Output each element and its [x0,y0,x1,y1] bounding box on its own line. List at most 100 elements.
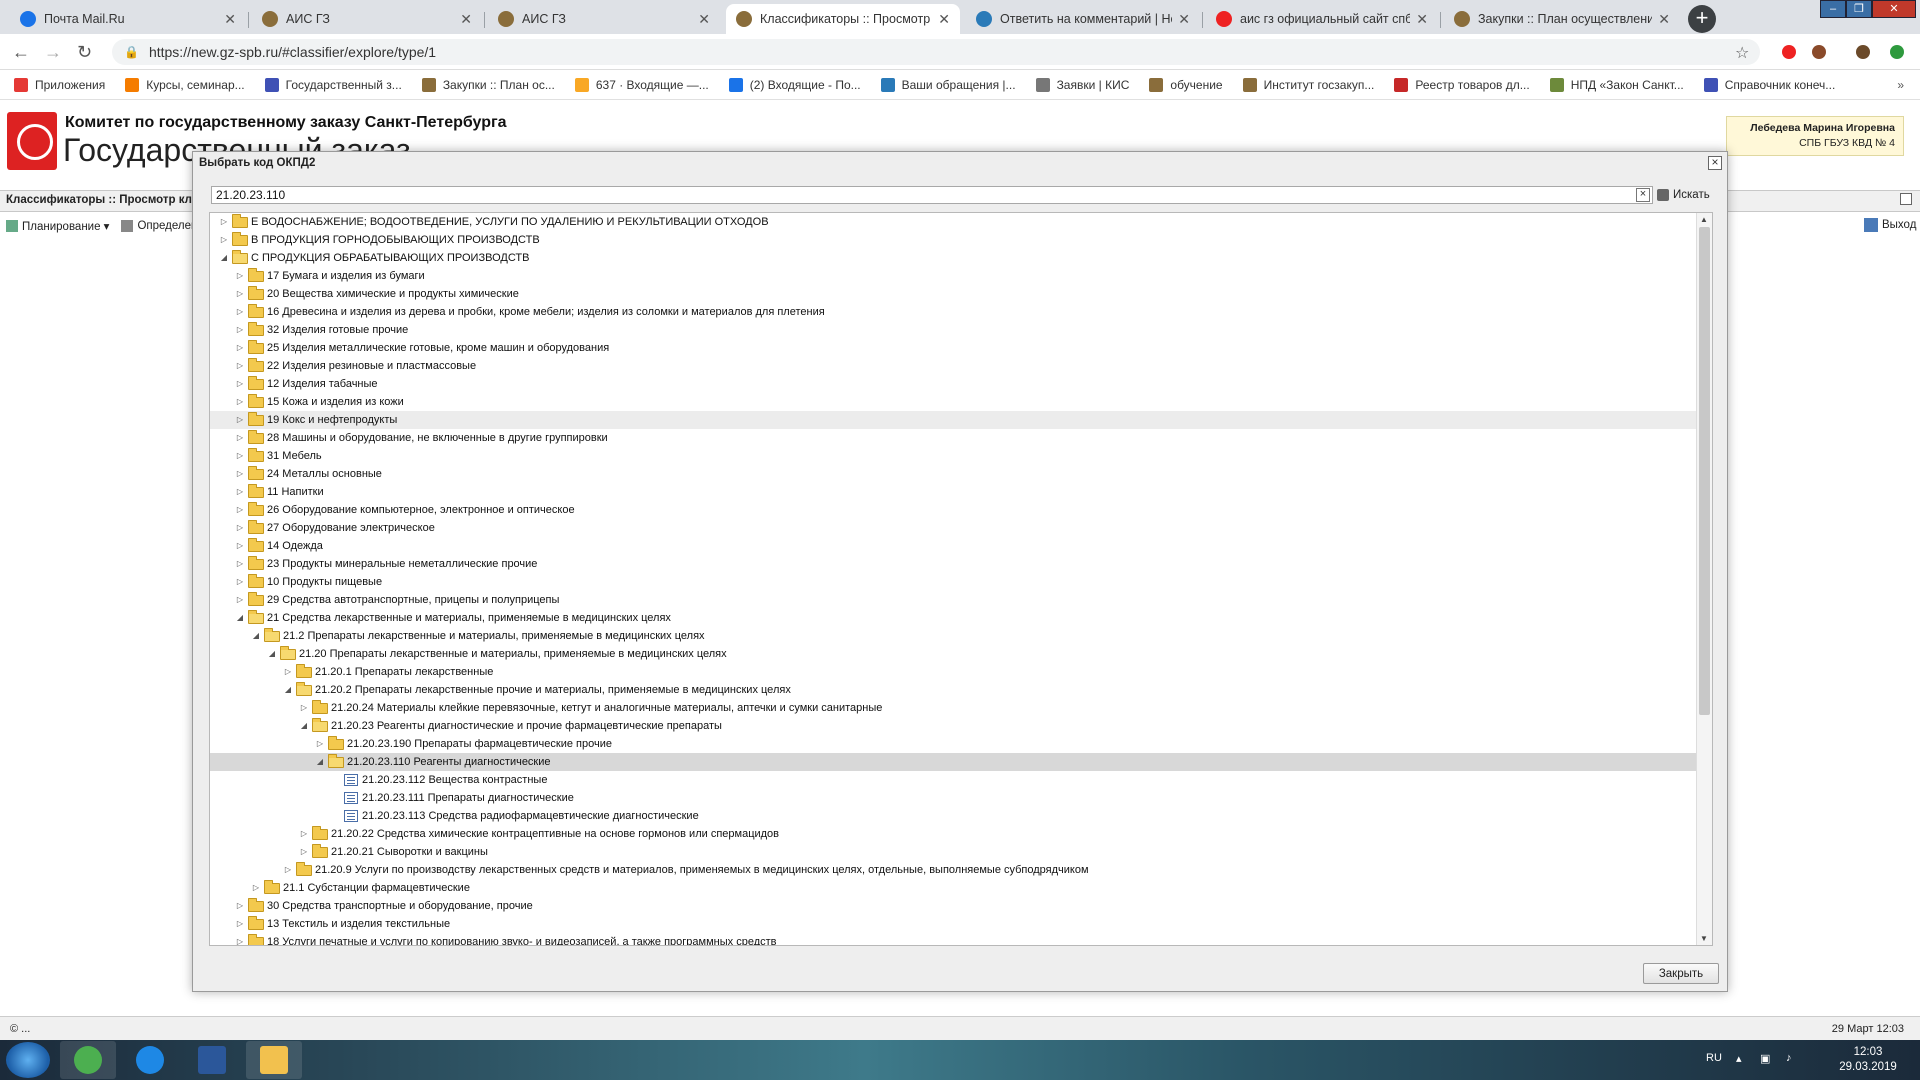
expand-arrow-icon[interactable]: ▷ [250,882,262,894]
expand-arrow-icon[interactable]: ▷ [234,432,246,444]
new-tab-button[interactable]: + [1688,5,1716,33]
language-indicator[interactable]: RU [1706,1052,1722,1064]
close-button[interactable]: Закрыть [1643,963,1719,984]
collapse-arrow-icon[interactable]: ◢ [314,756,326,768]
volume-icon[interactable]: ♪ [1786,1052,1792,1064]
tree-folder-item[interactable]: ▷ 21.20.23.190 Препараты фармацевтические… [210,735,1696,753]
reload-icon[interactable]: ↻ [77,42,92,63]
exit-button[interactable]: Выход [1864,218,1916,232]
bookmark-item[interactable]: Заявки | КИС [1035,77,1129,92]
yandex-extension-icon[interactable] [1782,45,1796,59]
tab-close-icon[interactable]: ✕ [1178,11,1190,28]
expand-arrow-icon[interactable]: ▷ [234,324,246,336]
scroll-up-icon[interactable]: ▲ [1700,215,1708,224]
expand-arrow-icon[interactable]: ▷ [298,846,310,858]
bookmark-item[interactable]: Приложения [14,77,105,92]
tree-folder-item[interactable]: ▷ 16 Древесина и изделия из дерева и проб… [210,303,1696,321]
tree-folder-item[interactable]: ▷ 29 Средства автотранспортные, прицепы и… [210,591,1696,609]
network-icon[interactable]: ▣ [1760,1052,1770,1065]
expand-arrow-icon[interactable]: ▷ [234,378,246,390]
search-button[interactable]: Искать [1651,186,1710,204]
tree-folder-item[interactable]: ▷ 11 Напитки [210,483,1696,501]
expand-arrow-icon[interactable]: ▷ [234,270,246,282]
taskbar-chrome[interactable] [60,1041,116,1079]
back-icon[interactable]: ← [12,42,30,63]
collapse-arrow-icon[interactable]: ◢ [282,684,294,696]
address-bar[interactable]: 🔒 https://new.gz-spb.ru/#classifier/expl… [112,39,1760,65]
tree-folder-item[interactable]: ▷ 24 Металлы основные [210,465,1696,483]
bookmark-item[interactable]: 637 · Входящие —... [574,77,709,92]
tab-close-icon[interactable]: ✕ [1658,11,1670,28]
bookmark-item[interactable]: НПД «Закон Санкт... [1549,77,1684,92]
tree-folder-item[interactable]: ◢ 21.2 Препараты лекарственные и материал… [210,627,1696,645]
expand-arrow-icon[interactable]: ▷ [234,900,246,912]
expand-arrow-icon[interactable]: ▷ [234,414,246,426]
browser-tab[interactable]: АИС ГЗ ✕ [488,4,720,34]
taskbar-clock[interactable]: 12:03 29.03.2019 [1836,1045,1900,1075]
maximize-button[interactable]: ❐ [1846,0,1872,18]
tree-folder-item[interactable]: ◢ 21 Средства лекарственные и материалы, … [210,609,1696,627]
bookmark-item[interactable]: (2) Входящие - По... [728,77,861,92]
tree-folder-item[interactable]: ▷ 31 Мебель [210,447,1696,465]
collapse-panel-button[interactable] [1900,193,1912,205]
tab-close-icon[interactable]: ✕ [1416,11,1428,28]
collapse-arrow-icon[interactable]: ◢ [266,648,278,660]
bookmark-item[interactable]: Курсы, семинар... [125,77,245,92]
menu-determination[interactable]: Определен [121,220,197,232]
bookmark-star-icon[interactable]: ☆ [1735,43,1749,63]
collapse-arrow-icon[interactable]: ◢ [298,720,310,732]
browser-tab[interactable]: АИС ГЗ ✕ [252,4,482,34]
collapse-arrow-icon[interactable]: ◢ [218,252,230,264]
tree-folder-item[interactable]: ▷ 32 Изделия готовые прочие [210,321,1696,339]
tree-folder-item[interactable]: ▷ 15 Кожа и изделия из кожи [210,393,1696,411]
tree-folder-item[interactable]: ▷ 30 Средства транспортные и оборудование… [210,897,1696,915]
tree-folder-item[interactable]: ◢ 21.20.23.110 Реагенты диагностические [210,753,1696,771]
expand-arrow-icon[interactable]: ▷ [234,558,246,570]
taskbar-word[interactable] [184,1041,240,1079]
expand-arrow-icon[interactable]: ▷ [234,288,246,300]
expand-arrow-icon[interactable]: ▷ [234,396,246,408]
tree-folder-item[interactable]: ◢ 21.20.23 Реагенты диагностические и про… [210,717,1696,735]
tray-arrow-icon[interactable]: ▴ [1736,1052,1742,1065]
expand-arrow-icon[interactable]: ▷ [234,306,246,318]
expand-arrow-icon[interactable]: ▷ [234,576,246,588]
expand-arrow-icon[interactable]: ▷ [234,540,246,552]
scrollbar-thumb[interactable] [1699,227,1710,715]
tree-folder-item[interactable]: ▷ 28 Машины и оборудование, не включенные… [210,429,1696,447]
expand-arrow-icon[interactable]: ▷ [234,360,246,372]
menu-planning[interactable]: Планирование ▾ [6,219,109,233]
browser-tab[interactable]: Классификаторы :: Просмотр кл ✕ [726,4,960,34]
tree-leaf-item[interactable]: 21.20.23.112 Вещества контрастные [210,771,1696,789]
bookmark-item[interactable]: Институт госзакуп... [1242,77,1374,92]
dialog-close-icon[interactable]: × [1708,156,1722,170]
tree-folder-item[interactable]: ◢ 21.20.2 Препараты лекарственные прочие … [210,681,1696,699]
window-close-button[interactable]: ✕ [1872,0,1916,18]
tree-folder-item[interactable]: ▷ B ПРОДУКЦИЯ ГОРНОДОБЫВАЮЩИХ ПРОИЗВОДСТВ [210,231,1696,249]
tree-folder-item[interactable]: ▷ 20 Вещества химические и продукты химич… [210,285,1696,303]
user-info-box[interactable]: Лебедева Марина Игоревна СПБ ГБУЗ КВД № … [1726,116,1904,156]
tree-folder-item[interactable]: ▷ 14 Одежда [210,537,1696,555]
minimize-button[interactable]: – [1820,0,1846,18]
bookmarks-more-button[interactable]: » [1897,78,1904,92]
tree-folder-item[interactable]: ▷ 13 Текстиль и изделия текстильные [210,915,1696,933]
tree-folder-item[interactable]: ▷ 21.20.9 Услуги по производству лекарств… [210,861,1696,879]
browser-tab[interactable]: Закупки :: План осуществления ✕ [1444,4,1680,34]
bookmark-item[interactable]: Государственный з... [264,77,402,92]
start-button[interactable] [6,1042,50,1078]
tree-folder-item[interactable]: ▷ 21.20.22 Средства химические контрацепт… [210,825,1696,843]
tree-folder-item[interactable]: ▷ 21.20.24 Материалы клейкие перевязочные… [210,699,1696,717]
tree-folder-item[interactable]: ▷ E ВОДОСНАБЖЕНИЕ; ВОДООТВЕДЕНИЕ, УСЛУГИ … [210,213,1696,231]
tree-folder-item[interactable]: ▷ 21.1 Субстанции фармацевтические [210,879,1696,897]
tree-leaf-item[interactable]: 21.20.23.111 Препараты диагностические [210,789,1696,807]
tree-folder-item[interactable]: ▷ 27 Оборудование электрическое [210,519,1696,537]
search-input[interactable] [212,187,1652,203]
tree-scrollbar[interactable]: ▲ ▼ [1696,213,1712,945]
expand-arrow-icon[interactable]: ▷ [218,234,230,246]
expand-arrow-icon[interactable]: ▷ [234,468,246,480]
expand-arrow-icon[interactable]: ▷ [234,486,246,498]
tree-folder-item[interactable]: ◢ C ПРОДУКЦИЯ ОБРАБАТЫВАЮЩИХ ПРОИЗВОДСТВ [210,249,1696,267]
expand-arrow-icon[interactable]: ▷ [298,702,310,714]
expand-arrow-icon[interactable]: ▷ [218,216,230,228]
tree-folder-item[interactable]: ▷ 10 Продукты пищевые [210,573,1696,591]
expand-arrow-icon[interactable]: ▷ [282,666,294,678]
